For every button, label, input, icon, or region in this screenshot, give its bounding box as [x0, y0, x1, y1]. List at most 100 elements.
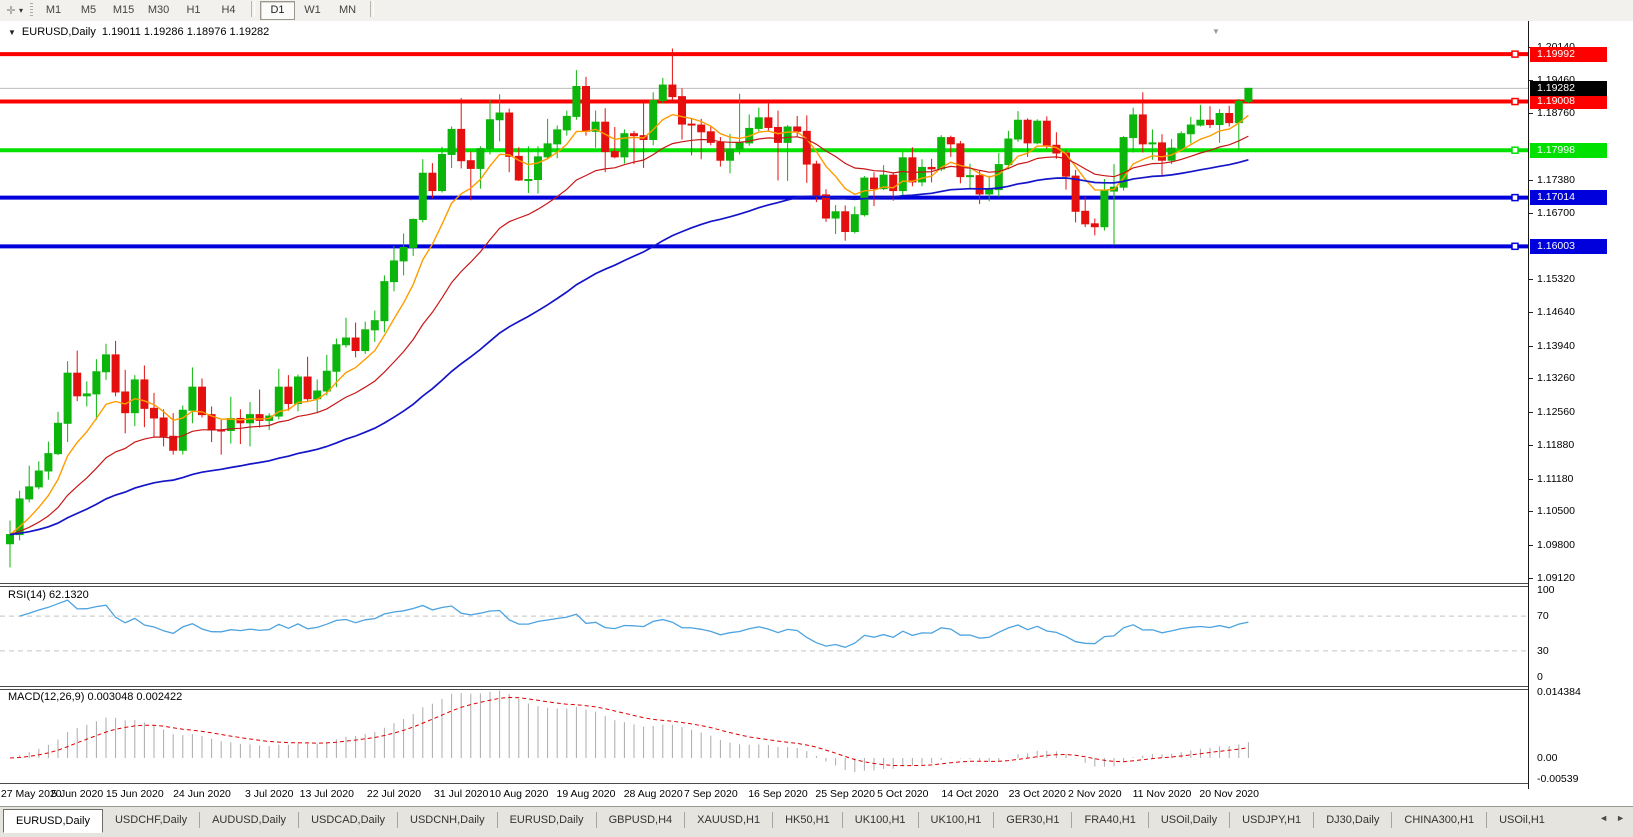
- timeframe-w1[interactable]: W1: [295, 1, 330, 20]
- price-tick-label: 1.09800: [1537, 539, 1575, 551]
- price-tick-label: 1.16700: [1537, 207, 1575, 219]
- price-axis[interactable]: 1.201401.194601.187601.173801.167001.153…: [1528, 21, 1633, 789]
- toolbar-grip[interactable]: [30, 3, 33, 18]
- date-label: 14 Oct 2020: [941, 788, 998, 800]
- level-price-badge: 1.16003: [1530, 239, 1607, 254]
- date-label: 15 Jun 2020: [106, 788, 164, 800]
- tab-hk50-h1[interactable]: HK50,H1: [773, 809, 842, 831]
- date-label: 10 Aug 2020: [489, 788, 548, 800]
- tab-scroll-right-icon[interactable]: ►: [1616, 813, 1625, 823]
- rsi-chart[interactable]: [0, 587, 1528, 686]
- scroll-anchor-icon[interactable]: ▼: [1212, 27, 1220, 36]
- price-tick-label: 1.11880: [1537, 439, 1574, 451]
- price-tick-mark: [1529, 412, 1533, 413]
- rsi-scale-label: 0: [1537, 671, 1543, 683]
- price-tick-mark: [1529, 113, 1533, 114]
- price-tick-mark: [1529, 312, 1533, 313]
- level-price-badge: 1.17998: [1530, 143, 1607, 158]
- macd-scale-label: 0.00: [1537, 752, 1557, 764]
- price-tick-mark: [1529, 346, 1533, 347]
- macd-indicator-label: MACD(12,26,9) 0.003048 0.002422: [8, 691, 182, 703]
- level-price-badge: 1.19992: [1530, 47, 1607, 62]
- price-tick-mark: [1529, 545, 1533, 546]
- date-label: 22 Jul 2020: [367, 788, 421, 800]
- rsi-scale-label: 30: [1537, 645, 1549, 657]
- level-price-badge: 1.19008: [1530, 94, 1607, 109]
- symbol-caret-icon[interactable]: ▼: [8, 28, 16, 37]
- pane-splitter-main-rsi[interactable]: [0, 583, 1633, 587]
- timeframe-m15[interactable]: M15: [106, 1, 141, 20]
- tab-usdjpy-h1[interactable]: USDJPY,H1: [1230, 809, 1313, 831]
- macd-scale-label: -0.00539: [1537, 773, 1578, 785]
- price-tick-mark: [1529, 279, 1533, 280]
- tab-dj30-daily[interactable]: DJ30,Daily: [1314, 809, 1391, 831]
- timeframe-d1[interactable]: D1: [260, 1, 295, 20]
- date-label: 11 Nov 2020: [1133, 788, 1192, 800]
- chart-ohlc-values: 1.19011 1.19286 1.18976 1.19282: [102, 26, 269, 38]
- price-tick-label: 1.13940: [1537, 340, 1575, 352]
- date-label: 2 Nov 2020: [1068, 788, 1122, 800]
- tab-fra40-h1[interactable]: FRA40,H1: [1072, 809, 1147, 831]
- price-tick-mark: [1529, 378, 1533, 379]
- macd-scale-label: 0.014384: [1537, 686, 1581, 698]
- tab-usoil-daily[interactable]: USOil,Daily: [1149, 809, 1229, 831]
- date-label: 13 Jul 2020: [300, 788, 354, 800]
- tab-usdcad-daily[interactable]: USDCAD,Daily: [299, 809, 397, 831]
- price-tick-label: 1.18760: [1537, 107, 1575, 119]
- date-label: 28 Aug 2020: [624, 788, 683, 800]
- tab-usoil-h1[interactable]: USOil,H1: [1487, 809, 1557, 831]
- tab-scroll-left-icon[interactable]: ◄: [1599, 813, 1608, 823]
- trading-terminal-window: ✛ ▾ M1M5M15M30H1H4 D1W1MN ▼ EURUSD,Daily …: [0, 0, 1633, 837]
- timeframe-toolbar: ✛ ▾ M1M5M15M30H1H4 D1W1MN: [0, 0, 1633, 22]
- tab-audusd-daily[interactable]: AUDUSD,Daily: [200, 809, 298, 831]
- timeframe-buttons: M1M5M15M30H1H4 D1W1MN: [36, 1, 379, 20]
- price-tick-mark: [1529, 511, 1533, 512]
- tab-scroll-arrows: ◄►: [1595, 809, 1633, 823]
- date-label: 24 Jun 2020: [173, 788, 231, 800]
- main-price-chart[interactable]: [0, 21, 1528, 583]
- date-label: 23 Oct 2020: [1009, 788, 1066, 800]
- tab-gbpusd-h4[interactable]: GBPUSD,H4: [597, 809, 685, 831]
- time-axis[interactable]: 27 May 20205 Jun 202015 Jun 202024 Jun 2…: [0, 784, 1528, 806]
- timeframe-m30[interactable]: M30: [141, 1, 176, 20]
- crosshair-tool-icon[interactable]: ✛: [4, 4, 18, 18]
- price-tick-label: 1.15320: [1537, 273, 1575, 285]
- tab-ger30-h1[interactable]: GER30,H1: [994, 809, 1071, 831]
- toolbar-dropdown-caret-icon[interactable]: ▾: [19, 6, 23, 15]
- price-tick-mark: [1529, 479, 1533, 480]
- date-label: 25 Sep 2020: [815, 788, 875, 800]
- level-price-badge: 1.17014: [1530, 190, 1607, 205]
- tab-usdchf-daily[interactable]: USDCHF,Daily: [103, 809, 199, 831]
- timeframe-mn[interactable]: MN: [330, 1, 365, 20]
- price-tick-mark: [1529, 578, 1533, 579]
- price-tick-label: 1.13260: [1537, 372, 1575, 384]
- tab-eurusd-daily[interactable]: EURUSD,Daily: [3, 809, 103, 833]
- chart-title-symbol: EURUSD,Daily: [22, 26, 96, 38]
- date-label: 20 Nov 2020: [1199, 788, 1259, 800]
- date-label: 5 Oct 2020: [877, 788, 928, 800]
- price-tick-label: 1.12560: [1537, 406, 1575, 418]
- chart-title-row: ▼ EURUSD,Daily 1.19011 1.19286 1.18976 1…: [8, 25, 269, 39]
- current-price-badge: 1.19282: [1530, 81, 1607, 96]
- toolbar-separator: [251, 1, 255, 17]
- tab-china300-h1[interactable]: CHINA300,H1: [1392, 809, 1486, 831]
- macd-chart[interactable]: [0, 690, 1528, 783]
- date-label: 7 Sep 2020: [684, 788, 738, 800]
- toolbar-separator: [370, 1, 374, 17]
- rsi-scale-label: 100: [1537, 584, 1555, 596]
- timeframe-h4[interactable]: H4: [211, 1, 246, 20]
- date-label: 31 Jul 2020: [434, 788, 488, 800]
- timeframe-m5[interactable]: M5: [71, 1, 106, 20]
- pane-splitter-rsi-macd[interactable]: [0, 686, 1633, 690]
- timeframe-h1[interactable]: H1: [176, 1, 211, 20]
- tab-xauusd-h1[interactable]: XAUUSD,H1: [685, 809, 772, 831]
- price-tick-label: 1.11180: [1537, 473, 1573, 485]
- timeframe-m1[interactable]: M1: [36, 1, 71, 20]
- tab-eurusd-daily[interactable]: EURUSD,Daily: [498, 809, 596, 831]
- chart-tab-bar: EURUSD,DailyUSDCHF,DailyAUDUSD,DailyUSDC…: [0, 806, 1633, 837]
- tab-uk100-h1[interactable]: UK100,H1: [843, 809, 918, 831]
- price-tick-mark: [1529, 180, 1533, 181]
- tab-usdcnh-daily[interactable]: USDCNH,Daily: [398, 809, 497, 831]
- tab-uk100-h1[interactable]: UK100,H1: [919, 809, 994, 831]
- price-tick-label: 1.09120: [1537, 572, 1575, 584]
